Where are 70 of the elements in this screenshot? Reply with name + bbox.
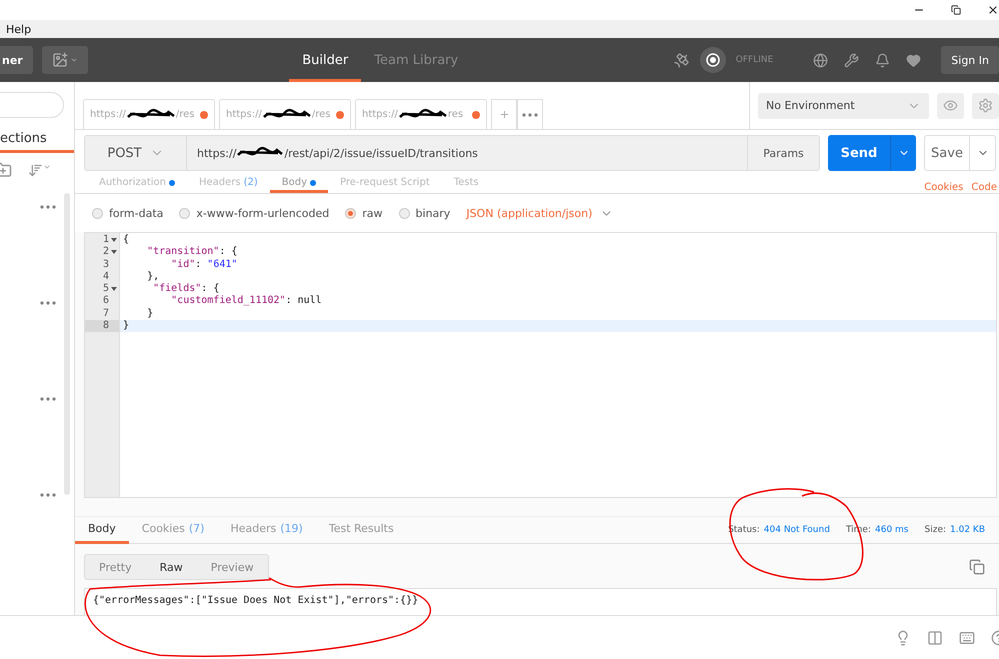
close-icon[interactable] — [987, 4, 999, 16]
layout-icon[interactable] — [927, 630, 943, 646]
code-line: "transition": { — [146, 246, 238, 259]
keyboard-icon[interactable] — [959, 630, 975, 646]
line-number: 6 — [102, 295, 110, 308]
line-number: 1 — [85, 234, 119, 246]
menu-item[interactable]: Help — [6, 22, 32, 36]
more-icon[interactable] — [40, 493, 56, 497]
request-tab[interactable]: https:// /res — [83, 99, 215, 129]
body-type-radio[interactable]: raw — [345, 206, 383, 220]
response-tab[interactable]: Cookies (7) — [128, 516, 218, 544]
new-button[interactable]: ner — [0, 46, 33, 74]
content-type-select[interactable]: JSON (application/json) — [466, 206, 614, 220]
heart-icon[interactable] — [906, 52, 922, 68]
satellite-icon[interactable] — [672, 52, 690, 68]
body-type-radio[interactable]: x-www-form-urlencoded — [179, 206, 330, 220]
line-number: 7 — [102, 308, 110, 320]
environment-select[interactable]: No Environment — [758, 92, 929, 118]
code-line: "id": "641" — [170, 258, 238, 271]
send-button[interactable]: Send — [828, 135, 916, 171]
eye-icon[interactable] — [937, 92, 964, 118]
more-icon[interactable] — [40, 301, 56, 305]
globe-icon[interactable] — [813, 52, 828, 68]
sign-in-button[interactable]: Sign In — [941, 46, 999, 74]
view-mode-button[interactable]: Raw — [146, 555, 197, 579]
code-line: { — [122, 234, 130, 246]
add-image-icon — [52, 52, 68, 68]
fold-icon[interactable] — [111, 287, 117, 292]
fold-icon[interactable] — [111, 238, 117, 242]
body-type-radio[interactable]: binary — [398, 206, 450, 220]
code-line: "customfield_11102": null — [170, 295, 323, 308]
link[interactable]: Code — [971, 182, 997, 193]
copy-icon[interactable] — [969, 559, 985, 575]
nav-tab[interactable]: Team Library — [361, 38, 472, 82]
response-body: {"errorMessages":["Issue Does Not Exist"],"errors":{}} — [84, 588, 997, 615]
request-tab[interactable]: https:// /res — [219, 99, 351, 129]
request-section-tab[interactable]: Headers (2) — [186, 177, 270, 193]
caret-icon — [70, 56, 78, 64]
save-button[interactable]: Save — [924, 135, 996, 171]
settings-icon[interactable] — [972, 92, 999, 118]
code-line: "fields": { — [152, 283, 220, 295]
response-tab[interactable]: Body — [75, 516, 129, 544]
link[interactable]: Cookies — [924, 182, 964, 193]
sync-status: OFFLINE — [736, 55, 774, 65]
bell-icon[interactable] — [875, 52, 890, 68]
tab-menu-button[interactable] — [517, 99, 543, 129]
response-meta: Size: 1.02 KB — [924, 525, 985, 535]
request-tab[interactable]: https:// res — [355, 99, 487, 129]
more-icon[interactable] — [40, 205, 56, 209]
code-line: }, — [146, 270, 160, 283]
import-button[interactable] — [42, 46, 88, 74]
more-icon[interactable] — [40, 397, 56, 401]
view-mode-button[interactable]: Pretty — [85, 555, 146, 579]
response-tab[interactable]: Headers (19) — [217, 516, 316, 544]
view-mode-button[interactable]: Preview — [196, 555, 268, 579]
response-tab[interactable]: Test Results — [316, 516, 407, 544]
more-icon[interactable] — [522, 112, 538, 116]
body-type-radio[interactable]: form-data — [92, 206, 164, 220]
sort-icon[interactable] — [28, 162, 51, 178]
code-line: } — [146, 308, 154, 320]
line-number: 8 — [85, 320, 119, 332]
wrench-icon[interactable] — [844, 52, 860, 68]
line-number: 3 — [102, 258, 110, 271]
line-number: 4 — [102, 270, 110, 284]
restore-icon[interactable] — [951, 5, 961, 15]
search-field[interactable] — [0, 92, 64, 118]
line-number: 2 — [85, 246, 119, 259]
fold-icon[interactable] — [111, 250, 117, 254]
sync-icon[interactable] — [700, 47, 726, 73]
line-number: 5 — [85, 283, 119, 296]
